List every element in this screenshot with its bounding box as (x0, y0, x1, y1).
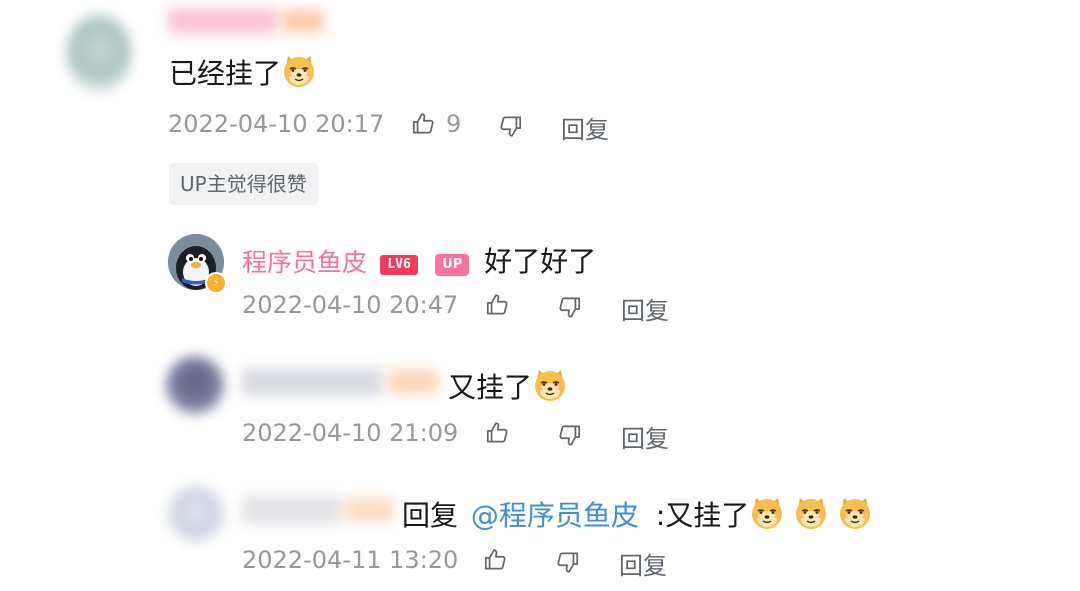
reply-prefix: 回复 (402, 499, 459, 532)
reply-date: 2022-04-11 13:20 (242, 546, 459, 574)
reply-text: 又挂了 (448, 371, 533, 404)
avatar[interactable] (166, 356, 224, 414)
thumbs-down-icon[interactable] (555, 549, 581, 575)
doge-emoji (837, 495, 873, 531)
thumbs-down-icon[interactable] (498, 113, 524, 139)
reply-button[interactable]: 回复 (619, 546, 667, 581)
reply-date: 2022-04-10 20:47 (242, 291, 459, 319)
doge-emoji (281, 53, 317, 89)
reply-button[interactable]: 回复 (621, 419, 669, 454)
doge-emoji (749, 495, 785, 531)
doge-emoji (793, 495, 829, 531)
verified-badge-icon: ⚡ (205, 272, 227, 294)
up-liked-tag: UP主觉得很赞 (169, 163, 318, 205)
reply-button[interactable]: 回复 (621, 291, 669, 326)
level-badge-blurred (388, 370, 438, 394)
username-blurred[interactable] (242, 496, 342, 524)
thumbs-down-icon[interactable] (557, 294, 583, 320)
username-blurred[interactable] (168, 8, 278, 34)
level-badge-blurred (282, 10, 324, 32)
reply-content: 又挂了 (448, 366, 568, 406)
like-count: 9 (446, 110, 462, 138)
level-badge: LV6 (380, 255, 419, 275)
reply-date: 2022-04-10 21:09 (242, 419, 459, 447)
avatar[interactable] (66, 14, 132, 92)
mention-link[interactable]: @程序员鱼皮 (471, 499, 639, 532)
up-badge: UP (435, 254, 470, 276)
avatar[interactable] (168, 486, 224, 542)
reply-text: :又挂了 (655, 499, 750, 532)
username-blurred[interactable] (242, 368, 382, 396)
reply-button[interactable]: 回复 (561, 110, 609, 145)
thumbs-up-icon[interactable] (484, 292, 510, 318)
reply-content: 回复 @程序员鱼皮 :又挂了 (402, 494, 873, 534)
doge-emoji (532, 367, 568, 403)
level-badge-blurred (344, 498, 394, 522)
thumbs-up-icon[interactable] (482, 547, 508, 573)
thumbs-up-icon[interactable] (484, 420, 510, 446)
thumbs-down-icon[interactable] (557, 422, 583, 448)
reply-line: 程序员鱼皮 LV6 UP 好了好了 (242, 240, 596, 280)
comment-date: 2022-04-10 20:17 (168, 110, 385, 138)
username[interactable]: 程序员鱼皮 (242, 248, 367, 277)
comment-text: 已经挂了 (169, 57, 282, 90)
thumbs-up-icon[interactable] (410, 111, 436, 137)
comment-content: 已经挂了 (169, 52, 317, 92)
reply-text: 好了好了 (484, 245, 597, 278)
